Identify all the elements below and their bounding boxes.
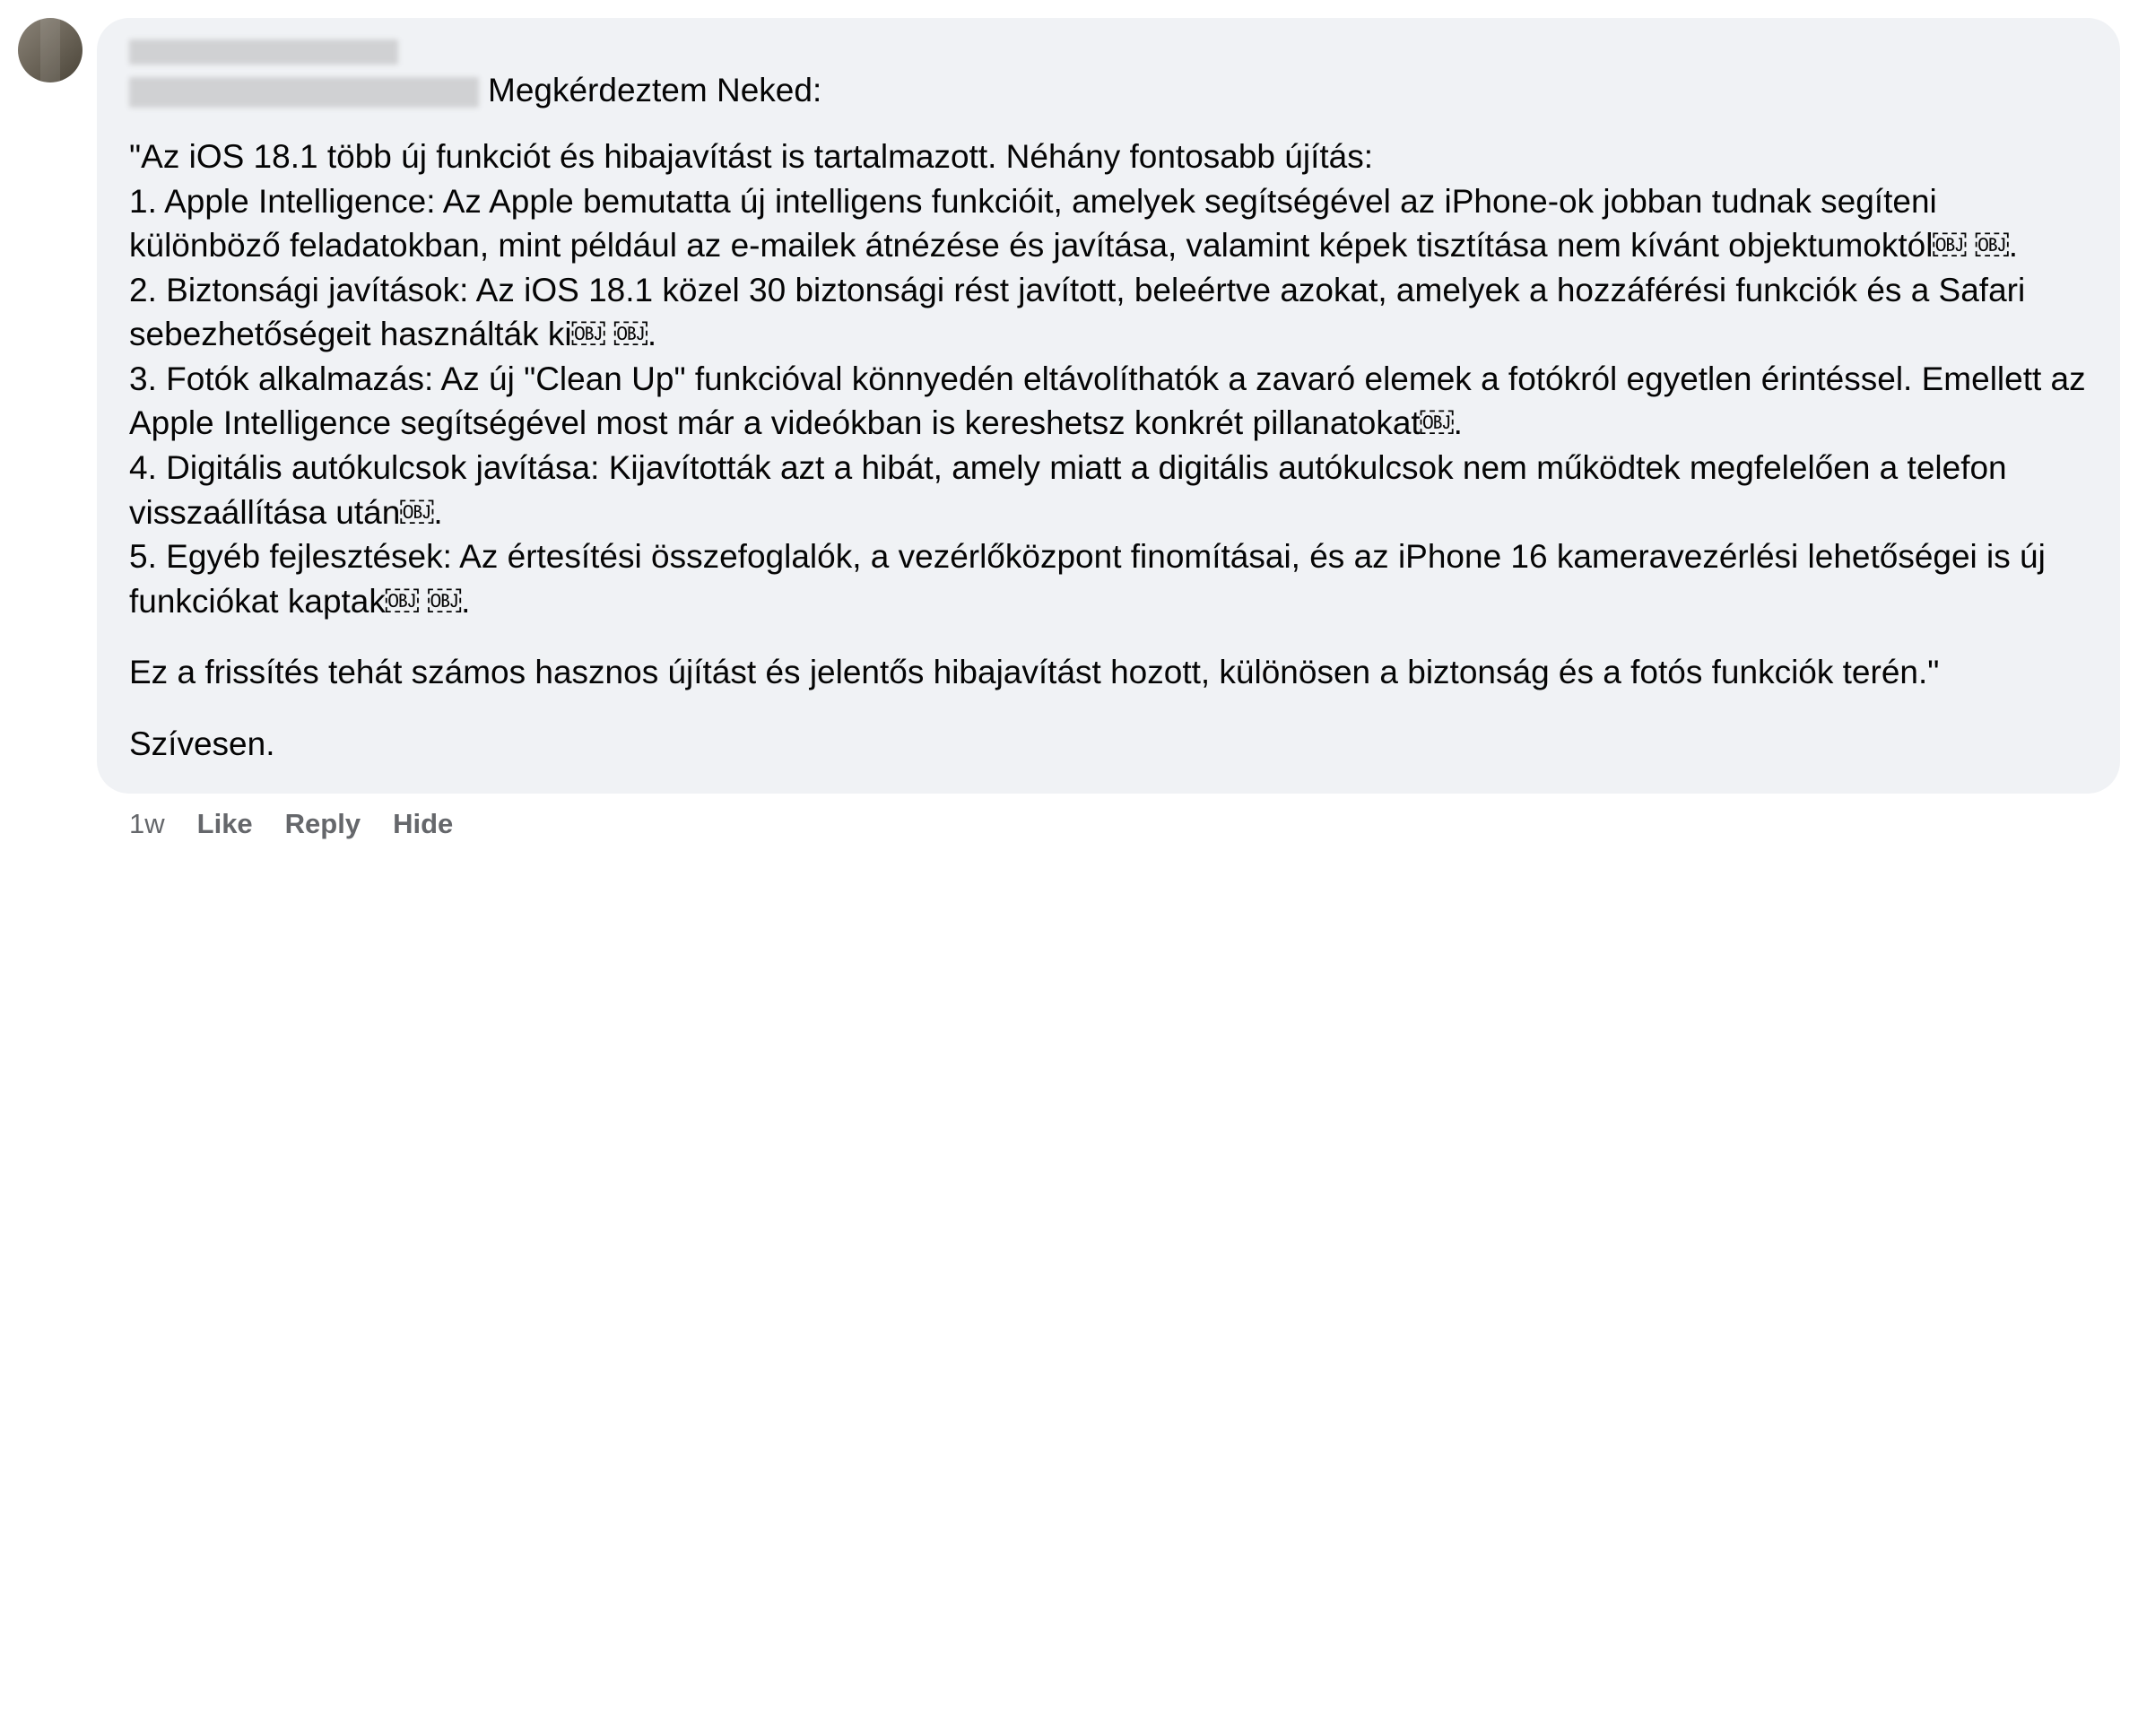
commenter-name-line — [129, 39, 2088, 65]
comment-body-signoff: Szívesen. — [129, 722, 2088, 767]
hide-button[interactable]: Hide — [393, 808, 453, 840]
comment-container: Megkérdeztem Neked: "Az iOS 18.1 több új… — [18, 18, 2120, 840]
comment-timestamp[interactable]: 1w — [129, 808, 165, 840]
reply-button[interactable]: Reply — [285, 808, 361, 840]
comment-bubble: Megkérdeztem Neked: "Az iOS 18.1 több új… — [97, 18, 2120, 794]
comment-actions: 1w Like Reply Hide — [97, 794, 2120, 840]
like-button[interactable]: Like — [197, 808, 253, 840]
mention-redacted[interactable] — [129, 77, 479, 108]
comment-body-main: "Az iOS 18.1 több új funkciót és hibajav… — [129, 135, 2088, 623]
commenter-name-redacted[interactable] — [129, 39, 398, 65]
comment-body: Megkérdeztem Neked: "Az iOS 18.1 több új… — [97, 18, 2120, 840]
comment-intro-line: Megkérdeztem Neked: — [129, 72, 2088, 109]
comment-intro-text: Megkérdeztem Neked: — [488, 72, 821, 108]
avatar[interactable] — [18, 18, 83, 82]
comment-body-summary: Ez a frissítés tehát számos hasznos újít… — [129, 650, 2088, 695]
